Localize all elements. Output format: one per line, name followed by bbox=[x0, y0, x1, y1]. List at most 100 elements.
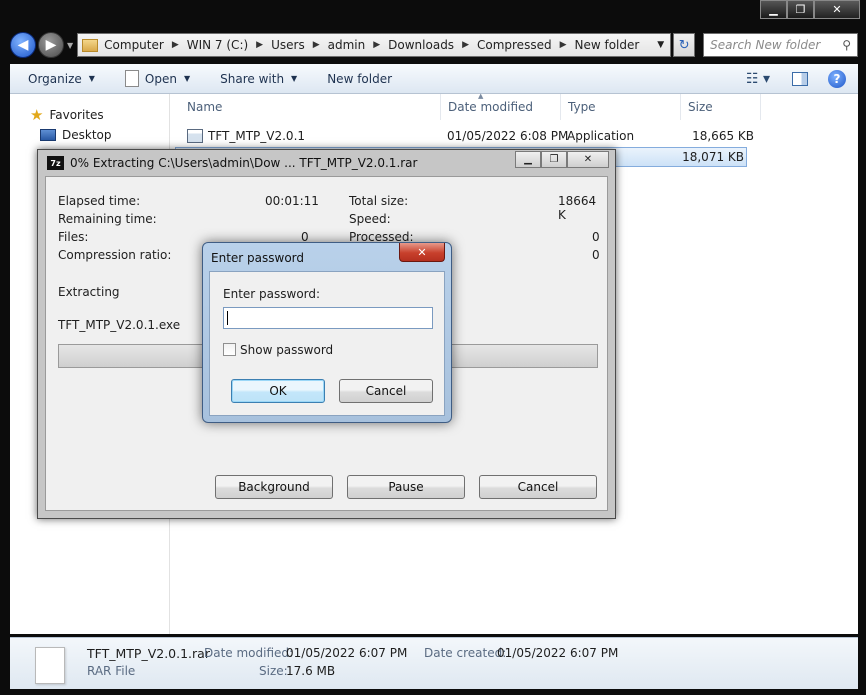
file-row[interactable]: TFT_MTP_V2.0.1 01/05/2022 6:08 PM Applic… bbox=[175, 126, 754, 146]
column-divider[interactable] bbox=[680, 94, 681, 120]
window-controls: ▁ ❐ ✕ bbox=[760, 0, 860, 19]
password-dialog-body: Enter password: Show password OK Cancel bbox=[209, 271, 445, 416]
details-file-type: RAR File bbox=[87, 664, 136, 678]
chevron-right-icon[interactable]: ▶ bbox=[462, 40, 469, 50]
breadcrumb-new-folder[interactable]: New folder bbox=[575, 38, 640, 52]
extract-dialog-controls: ▁ ❐ ✕ bbox=[515, 151, 609, 168]
search-icon[interactable]: ⚲ bbox=[842, 38, 851, 52]
document-icon bbox=[124, 70, 139, 87]
help-icon[interactable]: ? bbox=[828, 69, 846, 88]
new-folder-label: New folder bbox=[327, 71, 393, 86]
files-label: Files: bbox=[58, 230, 89, 244]
organize-label: Organize bbox=[28, 71, 82, 86]
remaining-label: Remaining time: bbox=[58, 212, 157, 226]
breadcrumb-computer[interactable]: Computer bbox=[104, 38, 164, 52]
share-with-label: Share with bbox=[220, 71, 285, 86]
breadcrumb-compressed[interactable]: Compressed bbox=[477, 38, 552, 52]
date-created-value: 01/05/2022 6:07 PM bbox=[497, 646, 619, 660]
close-button[interactable]: ✕ bbox=[567, 151, 609, 168]
application-icon bbox=[187, 129, 203, 143]
column-name[interactable]: Name bbox=[187, 100, 222, 114]
speed-label: Speed: bbox=[349, 212, 391, 226]
elapsed-value: 00:01:11 bbox=[265, 194, 319, 208]
desktop-icon bbox=[40, 129, 56, 141]
refresh-icon[interactable]: ↻ bbox=[673, 33, 696, 57]
chevron-down-icon: ▼ bbox=[88, 74, 95, 83]
show-password-checkbox[interactable] bbox=[223, 343, 236, 356]
minimize-button[interactable]: ▁ bbox=[760, 0, 787, 19]
chevron-down-icon: ▼ bbox=[183, 74, 191, 83]
command-bar: Organize ▼ Open ▼ Share with ▼ New folder ☷… bbox=[10, 64, 858, 94]
details-file-name: TFT_MTP_V2.0.1.rar bbox=[87, 646, 210, 661]
search-placeholder: Search New folder bbox=[710, 38, 821, 52]
search-input[interactable]: Search New folder ⚲ bbox=[703, 33, 858, 57]
column-type[interactable]: Type bbox=[568, 100, 596, 114]
7zip-logo-icon: 7z bbox=[47, 156, 64, 170]
share-with-button[interactable]: Share with ▼ bbox=[220, 72, 297, 86]
column-headers: ▲ Name Date modified Type Size bbox=[180, 92, 768, 120]
chevron-right-icon[interactable]: ▶ bbox=[172, 40, 179, 50]
column-size[interactable]: Size bbox=[688, 100, 713, 114]
date-modified-label: Date modified: bbox=[204, 646, 294, 660]
address-dropdown[interactable]: ▼ bbox=[657, 40, 664, 50]
extract-status: Extracting bbox=[58, 285, 120, 299]
password-dialog-title: Enter password bbox=[211, 251, 304, 265]
forward-button[interactable]: ▶ bbox=[38, 32, 64, 58]
compression-ratio-label: Compression ratio: bbox=[58, 248, 172, 262]
chevron-right-icon[interactable]: ▶ bbox=[256, 40, 263, 50]
chevron-right-icon[interactable]: ▶ bbox=[313, 40, 320, 50]
text-cursor bbox=[227, 311, 228, 325]
close-button[interactable]: ✕ bbox=[399, 243, 445, 262]
breadcrumb-admin[interactable]: admin bbox=[328, 38, 366, 52]
close-button[interactable]: ✕ bbox=[814, 0, 860, 19]
open-button[interactable]: Open ▼ bbox=[124, 70, 191, 87]
restore-button[interactable]: ❐ bbox=[541, 151, 567, 168]
column-divider[interactable] bbox=[760, 94, 761, 120]
organize-button[interactable]: Organize ▼ bbox=[28, 72, 95, 86]
sort-up-icon: ▲ bbox=[478, 92, 484, 100]
minimize-button[interactable]: ▁ bbox=[515, 151, 541, 168]
show-password-label[interactable]: Show password bbox=[240, 343, 333, 357]
recent-pages-dropdown[interactable]: ▼ bbox=[67, 41, 73, 50]
size-label: Size: bbox=[259, 664, 288, 678]
cancel-button[interactable]: Cancel bbox=[479, 475, 597, 499]
address-bar[interactable]: Computer ▶ WIN 7 (C:) ▶ Users ▶ admin ▶ … bbox=[77, 33, 672, 57]
breadcrumb-downloads[interactable]: Downloads bbox=[388, 38, 454, 52]
total-size-value: 18664 K bbox=[558, 194, 597, 222]
file-date: 01/05/2022 6:08 PM bbox=[447, 129, 569, 143]
nav-item-desktop[interactable]: Desktop bbox=[30, 128, 112, 142]
details-pane: TFT_MTP_V2.0.1.rar RAR File Date modifie… bbox=[10, 637, 858, 689]
total-size-label: Total size: bbox=[349, 194, 409, 208]
chevron-right-icon[interactable]: ▶ bbox=[373, 40, 380, 50]
date-modified-value: 01/05/2022 6:07 PM bbox=[286, 646, 408, 660]
maximize-button[interactable]: ❐ bbox=[787, 0, 814, 19]
ok-button[interactable]: OK bbox=[231, 379, 325, 403]
background-button[interactable]: Background bbox=[215, 475, 333, 499]
password-input[interactable] bbox=[223, 307, 433, 329]
pause-button[interactable]: Pause bbox=[347, 475, 465, 499]
favorites-label: Favorites bbox=[49, 108, 104, 122]
current-file: TFT_MTP_V2.0.1.exe bbox=[58, 318, 181, 332]
size-value: 17.6 MB bbox=[286, 664, 336, 678]
column-date-modified[interactable]: Date modified bbox=[448, 100, 533, 114]
column-divider[interactable] bbox=[560, 94, 561, 120]
nav-item-favorites[interactable]: ★ Favorites bbox=[30, 106, 104, 124]
breadcrumb-drive[interactable]: WIN 7 (C:) bbox=[187, 38, 248, 52]
folder-icon bbox=[82, 38, 99, 52]
star-icon: ★ bbox=[30, 106, 44, 124]
back-button[interactable]: ◀ bbox=[10, 32, 36, 58]
preview-pane-icon[interactable] bbox=[792, 71, 808, 86]
address-row: ◀ ▶ ▼ Computer ▶ WIN 7 (C:) ▶ Users ▶ ad… bbox=[10, 31, 858, 59]
chevron-right-icon[interactable]: ▶ bbox=[560, 40, 567, 50]
date-created-label: Date created: bbox=[424, 646, 507, 660]
rar-file-icon bbox=[35, 647, 65, 684]
extract-dialog-titlebar: 7z 0% Extracting C:\Users\admin\Dow ... … bbox=[38, 150, 615, 176]
view-options-icon[interactable]: ☷ ▾ bbox=[746, 71, 770, 87]
column-divider[interactable] bbox=[440, 94, 441, 120]
cancel-button[interactable]: Cancel bbox=[339, 379, 433, 403]
breadcrumb-users[interactable]: Users bbox=[271, 38, 305, 52]
view-controls: ☷ ▾ ? bbox=[746, 69, 858, 88]
file-size: 18,071 KB bbox=[682, 150, 744, 164]
extract-dialog-title: 0% Extracting C:\Users\admin\Dow ... TFT… bbox=[70, 156, 418, 170]
new-folder-button[interactable]: New folder bbox=[327, 72, 392, 86]
